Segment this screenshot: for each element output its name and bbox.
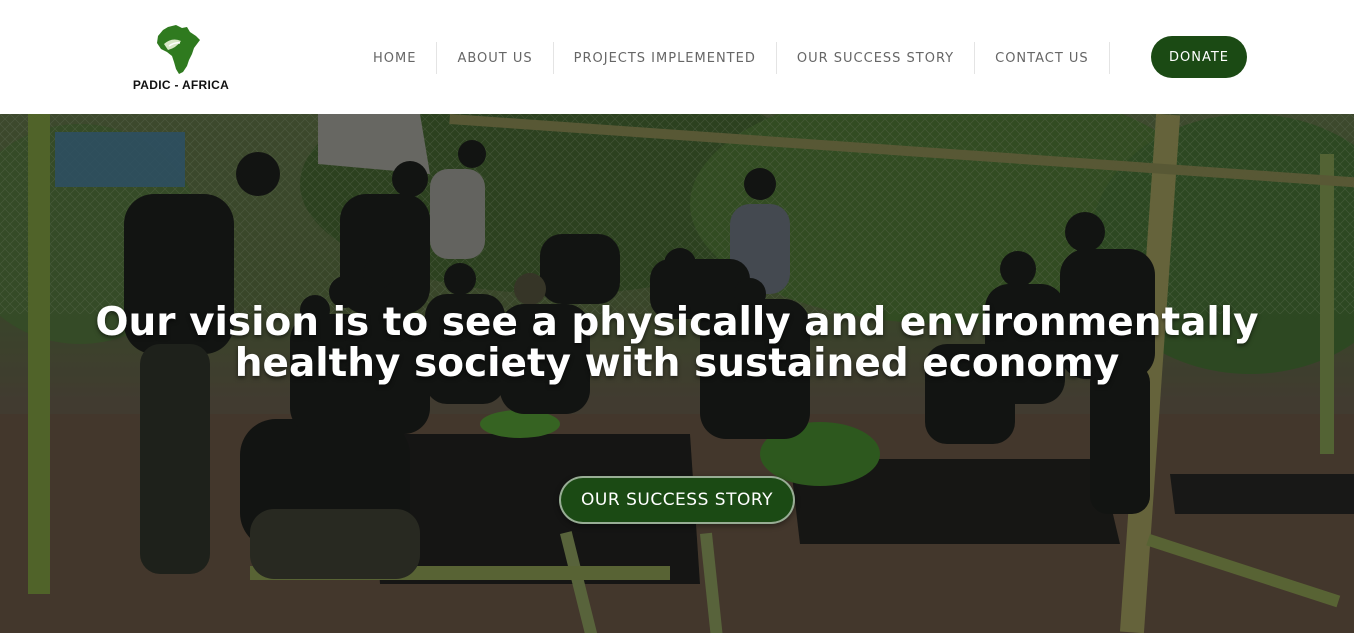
our-success-story-button[interactable]: OUR SUCCESS STORY [559, 476, 795, 524]
nav-projects-implemented[interactable]: PROJECTS IMPLEMENTED [554, 42, 777, 74]
nav-about-us[interactable]: ABOUT US [437, 42, 554, 74]
donate-button[interactable]: DONATE [1151, 36, 1247, 78]
hero-vision-heading: Our vision is to see a physically and en… [95, 300, 1259, 386]
nav-home[interactable]: HOME [353, 42, 438, 74]
nav-contact-us[interactable]: CONTACT US [975, 42, 1110, 74]
site-logo[interactable]: PADIC - AFRICA [128, 24, 234, 96]
logo-text: PADIC - AFRICA [132, 78, 230, 92]
page: PADIC - AFRICA HOME ABOUT US PROJECTS IM… [0, 0, 1354, 633]
hero-banner: Our vision is to see a physically and en… [0, 114, 1354, 633]
africa-map-icon [157, 25, 200, 74]
main-nav: HOME ABOUT US PROJECTS IMPLEMENTED OUR S… [353, 42, 1110, 74]
nav-our-success-story[interactable]: OUR SUCCESS STORY [777, 42, 976, 74]
site-header: PADIC - AFRICA HOME ABOUT US PROJECTS IM… [0, 0, 1354, 114]
